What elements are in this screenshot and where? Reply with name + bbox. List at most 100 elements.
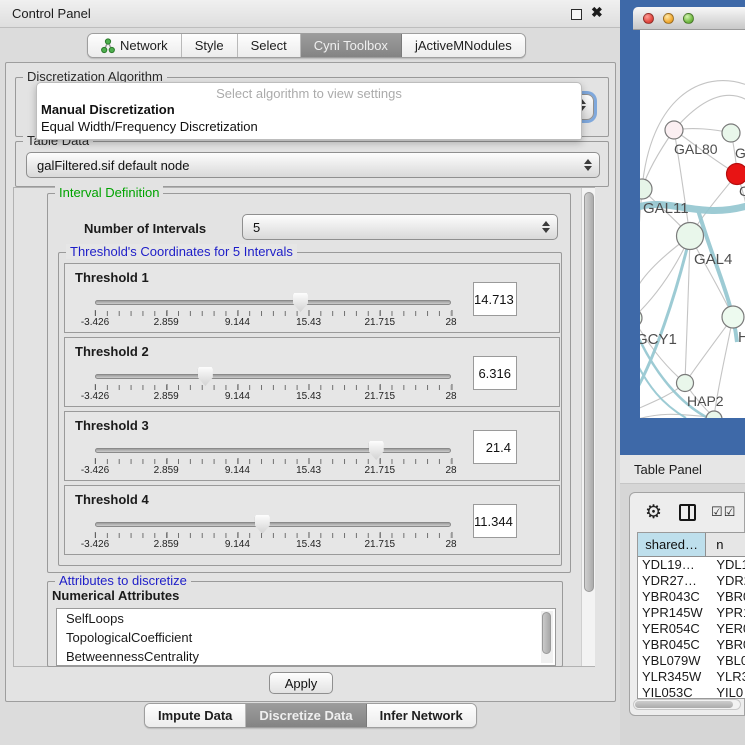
interval-definition-group: Interval Definition Number of Intervals … bbox=[47, 193, 571, 573]
list-item[interactable]: BetweennessCentrality bbox=[57, 647, 555, 666]
network-window-titlebar[interactable] bbox=[633, 7, 745, 30]
cyni-toolbox-panel: Discretization Algorithm Table Data galF… bbox=[5, 62, 616, 702]
table-row[interactable]: YDL19…YDL1 bbox=[638, 557, 745, 573]
column-header-name[interactable]: n bbox=[706, 533, 745, 557]
list-scrollbar[interactable] bbox=[541, 611, 553, 663]
numerical-attributes-label: Numerical Attributes bbox=[52, 588, 179, 603]
threshold-4-slider[interactable]: -3.4262.859 9.14415.43 21.71528 bbox=[95, 518, 451, 552]
panel-title: Control Panel bbox=[12, 6, 91, 21]
tab-cyni-toolbox[interactable]: Cyni Toolbox bbox=[301, 34, 402, 57]
tab-discretize-data[interactable]: Discretize Data bbox=[246, 704, 366, 727]
slider-handle[interactable] bbox=[293, 293, 308, 312]
close-traffic-light-icon[interactable] bbox=[643, 13, 654, 24]
checkbox-icons[interactable]: ☑☑ bbox=[711, 504, 736, 520]
table-row[interactable]: YLR345WYLR3 bbox=[638, 669, 745, 685]
tab-infer-network[interactable]: Infer Network bbox=[367, 704, 476, 727]
node-partial-h[interactable] bbox=[722, 306, 744, 328]
node-red-selected[interactable] bbox=[727, 164, 745, 185]
node-label-gal4: GAL4 bbox=[694, 251, 732, 268]
node-partial-g[interactable] bbox=[722, 124, 740, 142]
network-graph-icon bbox=[101, 38, 115, 54]
node-label-gcy1: GCY1 bbox=[640, 331, 677, 348]
network-canvas[interactable]: GAL80 G C GAL11 GAL4 GCY1 H HAP2 bbox=[640, 30, 745, 418]
table-row[interactable]: YIL053CYIL0 bbox=[638, 685, 745, 699]
table-data-group: Table Data galFiltered.sif default node bbox=[15, 141, 609, 187]
popup-placeholder: Select algorithm to view settings bbox=[37, 83, 581, 101]
attributes-group: Attributes to discretize Numerical Attri… bbox=[47, 581, 563, 667]
table-panel-title: Table Panel bbox=[634, 462, 702, 477]
popup-item-manual-discretization[interactable]: Manual Discretization bbox=[37, 101, 581, 118]
tab-jactivemnodules[interactable]: jActiveMNodules bbox=[402, 34, 525, 57]
float-icon[interactable] bbox=[571, 9, 582, 20]
threshold-4-value-field[interactable]: 11.344 bbox=[473, 504, 517, 538]
table-toolbar: ⚙ ☑☑ bbox=[630, 497, 744, 527]
table-row[interactable]: YER054CYER0 bbox=[638, 621, 745, 637]
threshold-1-slider[interactable]: -3.4262.859 9.14415.43 21.71528 bbox=[95, 296, 451, 330]
attributes-title: Attributes to discretize bbox=[55, 573, 191, 588]
slider-handle[interactable] bbox=[198, 367, 213, 386]
number-of-intervals-value: 5 bbox=[253, 220, 260, 235]
zoom-traffic-light-icon[interactable] bbox=[683, 13, 694, 24]
numerical-attributes-list[interactable]: SelfLoops TopologicalCoefficient Between… bbox=[56, 608, 556, 666]
node-label-gal80: GAL80 bbox=[674, 141, 718, 157]
threshold-coordinates-title: Threshold's Coordinates for 5 Intervals bbox=[66, 244, 297, 259]
threshold-3-value-field[interactable]: 21.4 bbox=[473, 430, 517, 464]
table-data-combo[interactable]: galFiltered.sif default node bbox=[26, 152, 600, 178]
tab-select[interactable]: Select bbox=[238, 34, 301, 57]
threshold-1-panel: Threshold 1 -3.4262.859 9.14415.43 21.71… bbox=[64, 263, 560, 333]
apply-button[interactable]: Apply bbox=[269, 672, 333, 694]
node-gal80[interactable] bbox=[665, 121, 683, 139]
threshold-1-value-field[interactable]: 14.713 bbox=[473, 282, 517, 316]
combo-spinner-icon bbox=[542, 215, 550, 239]
threshold-2-slider[interactable]: -3.4262.859 9.14415.43 21.71528 bbox=[95, 370, 451, 404]
node-label-gal11: GAL11 bbox=[643, 200, 689, 217]
scrollbar-thumb[interactable] bbox=[584, 192, 594, 592]
node-table[interactable]: shared… n YDL19…YDL1 YDR27…YDR2 YBR043CY… bbox=[637, 532, 745, 699]
table-row[interactable]: YBL079WYBL0 bbox=[638, 653, 745, 669]
tab-network[interactable]: Network bbox=[88, 34, 182, 57]
table-row[interactable]: YDR27…YDR2 bbox=[638, 573, 745, 589]
list-item[interactable]: SelfLoops bbox=[57, 609, 555, 628]
threshold-2-value-field[interactable]: 6.316 bbox=[473, 356, 517, 390]
table-header-row: shared… n bbox=[638, 533, 745, 557]
column-header-shared[interactable]: shared… bbox=[638, 533, 706, 557]
node-gcy1[interactable] bbox=[640, 309, 642, 327]
top-tab-bar: Network Style Select Cyni Toolbox jActiv… bbox=[87, 33, 526, 58]
gear-icon[interactable]: ⚙ bbox=[645, 501, 662, 524]
interval-definition-title: Interval Definition bbox=[55, 185, 163, 200]
combo-spinner-icon bbox=[584, 153, 592, 177]
slider-handle[interactable] bbox=[369, 441, 384, 460]
number-of-intervals-label: Number of Intervals bbox=[84, 221, 206, 236]
table-horizontal-scrollbar[interactable] bbox=[633, 699, 741, 710]
tab-style[interactable]: Style bbox=[182, 34, 238, 57]
close-icon[interactable]: ✖ bbox=[591, 4, 603, 21]
slider-handle[interactable] bbox=[255, 515, 270, 534]
list-item[interactable]: TopologicalCoefficient bbox=[57, 628, 555, 647]
node-label-partial-h: H bbox=[738, 329, 745, 346]
threshold-2-panel: Threshold 2 -3.4262.859 9.14415.43 21.71… bbox=[64, 337, 560, 407]
bottom-tab-bar: Impute Data Discretize Data Infer Networ… bbox=[144, 703, 477, 728]
control-panel-titlebar: Control Panel ✖ bbox=[0, 0, 620, 28]
table-row[interactable]: YBR045CYBR0 bbox=[638, 637, 745, 653]
node-hap2[interactable] bbox=[677, 375, 694, 392]
node-gal11[interactable] bbox=[640, 179, 652, 199]
node-gal4[interactable] bbox=[677, 223, 704, 250]
threshold-4-panel: Threshold 4 -3.4262.859 9.14415.43 21.71… bbox=[64, 485, 560, 555]
node-label-partial-g: G bbox=[735, 145, 745, 161]
node-label-partial-c: C bbox=[739, 183, 745, 199]
number-of-intervals-combo[interactable]: 5 bbox=[242, 214, 558, 240]
panel-vertical-scrollbar[interactable] bbox=[581, 188, 595, 666]
table-data-combo-value: galFiltered.sif default node bbox=[37, 158, 189, 173]
popup-item-equal-width[interactable]: Equal Width/Frequency Discretization bbox=[37, 118, 581, 135]
table-row[interactable]: YPR145WYPR1 bbox=[638, 605, 745, 621]
table-row[interactable]: YBR043CYBR0 bbox=[638, 589, 745, 605]
threshold-3-slider[interactable]: -3.4262.859 9.14415.43 21.71528 bbox=[95, 444, 451, 478]
tab-impute-data[interactable]: Impute Data bbox=[145, 704, 246, 727]
algorithm-dropdown-popup: Select algorithm to view settings Manual… bbox=[36, 82, 582, 140]
node-label-hap2: HAP2 bbox=[687, 393, 724, 409]
columns-icon[interactable] bbox=[679, 504, 696, 521]
threshold-3-panel: Threshold 3 -3.4262.859 9.14415.43 21.71… bbox=[64, 411, 560, 481]
table-panel-container: ⚙ ☑☑ shared… n YDL19…YDL1 YDR27…YDR2 YBR… bbox=[629, 492, 745, 716]
minimize-traffic-light-icon[interactable] bbox=[663, 13, 674, 24]
table-panel-titlebar: Table Panel bbox=[620, 455, 745, 484]
